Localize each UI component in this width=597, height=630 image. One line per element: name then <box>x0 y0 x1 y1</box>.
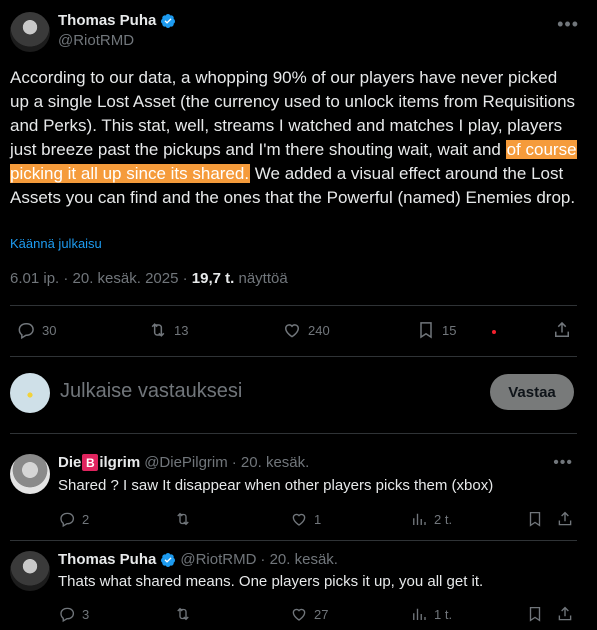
views-label: näyttöä <box>234 270 288 287</box>
reply-author-handle[interactable]: @DiePilgrim <box>144 454 228 471</box>
notification-dot <box>492 330 496 334</box>
tweet-meta: 6.01 ip. · 20. kesäk. 2025 · 19,7 t. näy… <box>10 270 288 287</box>
bookmark-count: 15 <box>442 322 457 338</box>
bookmark-action[interactable] <box>526 510 544 528</box>
views-action[interactable]: 1 t. <box>410 605 452 623</box>
analytics-icon <box>413 608 426 620</box>
share-icon <box>558 511 572 526</box>
repost-icon <box>151 323 165 337</box>
reply-action[interactable]: 3 <box>58 605 89 623</box>
current-user-avatar[interactable] <box>10 373 50 413</box>
repost-icon <box>177 607 189 621</box>
tweet-action-bar: 30 13 240 15 <box>10 318 577 346</box>
reply-action[interactable]: 2 <box>58 510 89 528</box>
reply-count: 2 <box>82 511 90 527</box>
like-action[interactable]: 240 <box>282 320 330 340</box>
reply-header: Die Bilgrim @DiePilgrim · 20. kesäk. <box>58 454 309 471</box>
author-avatar[interactable] <box>10 12 50 52</box>
views-action[interactable]: 2 t. <box>410 510 452 528</box>
repost-action[interactable] <box>174 510 192 528</box>
repost-action[interactable]: 13 <box>148 320 188 340</box>
like-count: 27 <box>314 606 329 622</box>
reply-date[interactable]: · 20. kesäk. <box>260 551 338 568</box>
like-action[interactable]: 1 <box>290 510 321 528</box>
more-options-icon[interactable]: ••• <box>553 454 573 472</box>
like-count: 1 <box>314 511 322 527</box>
name-part: ilgrim <box>99 454 141 471</box>
reply-button[interactable]: Vastaa <box>490 374 574 410</box>
author-name-row: Thomas Puha <box>58 12 176 29</box>
reply-author-handle[interactable]: @RiotRMD <box>180 551 256 568</box>
heart-icon <box>292 608 306 621</box>
timestamp[interactable]: 6.01 ip. · 20. kesäk. 2025 · <box>10 270 192 287</box>
bookmark-action[interactable] <box>526 605 544 623</box>
analytics-icon <box>413 513 426 525</box>
divider <box>10 305 577 306</box>
bookmark-action[interactable]: 15 <box>416 320 456 340</box>
name-b-emoji: B <box>82 454 99 471</box>
reply-action[interactable]: 30 <box>16 320 56 340</box>
verified-badge-icon <box>161 13 176 28</box>
reply-count: 30 <box>42 322 57 338</box>
more-options-icon[interactable]: ••• <box>557 14 579 35</box>
reply-icon <box>18 323 34 340</box>
reply-avatar[interactable] <box>10 454 50 494</box>
share-action[interactable] <box>556 605 574 623</box>
divider <box>10 433 577 434</box>
bookmark-icon <box>529 606 541 622</box>
reply-text: Thats what shared means. One players pic… <box>58 573 484 590</box>
share-action[interactable] <box>556 510 574 528</box>
share-icon <box>558 606 572 621</box>
reply-action-bar: 2 1 2 t. <box>58 510 578 532</box>
author-handle[interactable]: @RiotRMD <box>58 32 134 49</box>
reply-input[interactable]: Julkaise vastauksesi <box>60 380 242 403</box>
repost-icon <box>177 512 189 526</box>
bookmark-icon <box>529 511 541 527</box>
reply-header: Thomas Puha @RiotRMD · 20. kesäk. <box>58 551 338 568</box>
tweet-text: According to our data, a whopping 90% of… <box>10 66 580 210</box>
verified-badge-icon <box>161 552 176 567</box>
tweet-header: Thomas Puha @RiotRMD ••• <box>10 10 587 54</box>
like-action[interactable]: 27 <box>290 605 328 623</box>
translate-link[interactable]: Käännä julkaisu <box>10 236 102 251</box>
reply-icon <box>60 512 75 528</box>
reply-count: 3 <box>82 606 90 622</box>
tweet-text-part: According to our data, a whopping 90% of… <box>10 68 576 159</box>
share-action[interactable] <box>552 320 572 340</box>
reply-action-bar: 3 27 1 t. <box>58 605 578 627</box>
name-part: Die <box>58 454 82 471</box>
heart-icon <box>284 324 300 338</box>
views-count: 2 t. <box>434 511 453 527</box>
repost-count: 13 <box>174 322 189 338</box>
reply-author-name[interactable]: Die Bilgrim <box>58 454 140 471</box>
reply-date[interactable]: · 20. kesäk. <box>232 454 310 471</box>
views-count: 19,7 t. <box>191 270 235 287</box>
reply-text: Shared ? I saw It disappear when other p… <box>58 477 494 494</box>
share-icon <box>555 321 569 337</box>
author-name[interactable]: Thomas Puha <box>58 12 156 29</box>
like-count: 240 <box>308 322 330 338</box>
divider <box>10 356 577 357</box>
reply-avatar[interactable] <box>10 551 50 591</box>
reply-item[interactable]: Thomas Puha @RiotRMD · 20. kesäk. Thats … <box>0 541 597 630</box>
bookmark-icon <box>420 322 432 339</box>
heart-icon <box>292 513 306 526</box>
reply-icon <box>60 607 75 623</box>
reply-author-name[interactable]: Thomas Puha <box>58 551 156 568</box>
reply-item[interactable]: Die Bilgrim @DiePilgrim · 20. kesäk. ••• … <box>0 444 597 540</box>
views-count: 1 t. <box>434 606 453 622</box>
repost-action[interactable] <box>174 605 192 623</box>
